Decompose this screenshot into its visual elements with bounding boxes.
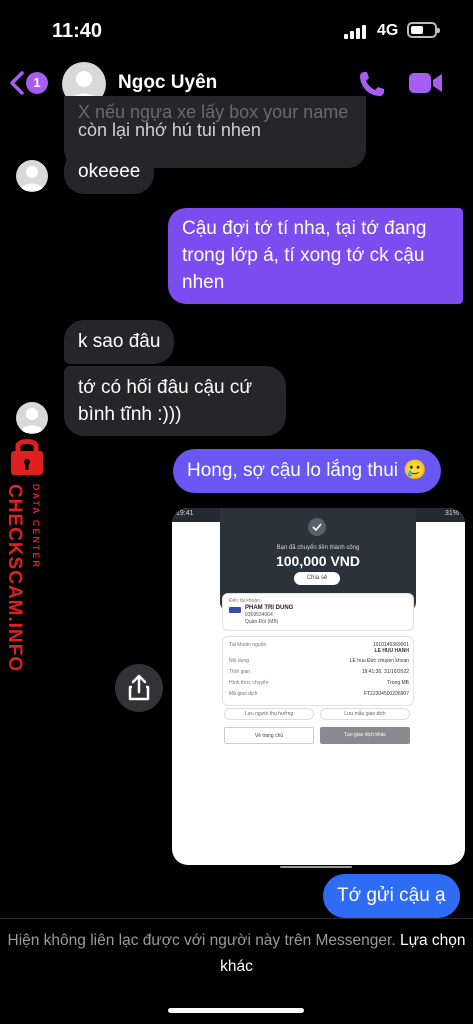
video-camera-icon[interactable] (408, 70, 444, 96)
message-outgoing[interactable]: Cậu đợi tớ tí nha, tại tớ đang trong lớp… (168, 208, 463, 304)
avatar[interactable] (16, 160, 48, 192)
watermark-text: CHECKSCAM.INFO (4, 484, 25, 673)
message-incoming[interactable]: tớ có hối đâu cậu cứ bình tĩnh :))) (64, 366, 286, 436)
battery-icon (407, 22, 440, 38)
contact-name[interactable]: Ngọc Uyên (118, 72, 217, 94)
image-divider (280, 866, 352, 868)
share-button[interactable] (115, 664, 163, 712)
save-receiver-pill: Lưu người thụ hưởng (224, 708, 314, 720)
detail-row: Hình thức chuyển Trong MB (229, 680, 409, 686)
watermark: CHECKSCAM.INFO DATA CENTER (0, 436, 60, 672)
detail-row: Tài khoản nguồn 1010145369001 LE HUU HANH (229, 642, 409, 654)
lock-icon (11, 439, 43, 475)
message-incoming[interactable]: k sao đâu (64, 320, 175, 364)
receiver-bank: Quân Đội (MB) (245, 619, 279, 625)
detail-row: Thời gian 19:41:36, 31/10/2022 (229, 669, 409, 675)
transfer-amount: 100,000 VND (275, 553, 361, 569)
bank-logo-icon (229, 607, 241, 613)
person-icon (20, 408, 44, 433)
details-box: Tài khoản nguồn 1010145369001 LE HUU HANH … (222, 636, 414, 706)
status-time: 11:40 (52, 20, 103, 42)
transfer-subtitle: Bạn đã chuyển tiền thành công (276, 545, 360, 551)
footer-divider (0, 918, 473, 919)
new-transaction-pill: Tạo giao dịch khác (320, 727, 410, 744)
detail-row: Nội dung LE huu Đức chuyen khoan (229, 658, 409, 664)
shared-image[interactable]: 19:41 31% Bạn đã chuyển tiền thành công … (172, 508, 465, 865)
detail-row: Mã giao dịch FT22304500206907 (229, 691, 409, 697)
signal-icon (344, 25, 370, 39)
person-icon (20, 166, 44, 191)
save-template-pill: Lưu mẫu giao dịch (320, 708, 410, 720)
unavailable-notice: Hiện không liên lạc được với người này t… (0, 928, 473, 980)
receiver-name: PHAM TRI DUNG (245, 605, 294, 611)
status-bar: 11:40 4G (0, 0, 473, 58)
avatar[interactable] (16, 402, 48, 434)
message-text: còn lại nhớ hú tui nhen (78, 120, 261, 140)
back-button[interactable]: 1 (8, 70, 56, 96)
screenshot-battery: 31% (444, 510, 459, 517)
watermark-subtext: DATA CENTER (31, 484, 41, 569)
network-type: 4G (377, 22, 399, 39)
home-indicator[interactable] (168, 1008, 304, 1013)
share-icon (128, 674, 150, 701)
notice-text: Hiện không liên lạc được với người này t… (7, 932, 396, 949)
message-outgoing[interactable]: Hong, sợ cậu lo lắng thui 🥲 (173, 449, 441, 493)
home-pill: Về trang chủ (224, 727, 314, 744)
unread-badge: 1 (26, 72, 48, 94)
share-pill: Chia sẻ (294, 572, 340, 585)
screenshot-time: 19:41 (176, 510, 194, 517)
receiver-account: 0369534064 (245, 612, 273, 618)
check-icon (308, 518, 326, 536)
message-incoming[interactable]: okeeee (64, 150, 155, 194)
receiver-label: Đến tài khoản (229, 598, 260, 604)
chevron-left-icon (10, 71, 24, 95)
message-outgoing[interactable]: Tớ gửi cậu ạ (323, 874, 460, 918)
receiver-box: Đến tài khoản PHAM TRI DUNG 0369534064 Q… (222, 593, 414, 631)
